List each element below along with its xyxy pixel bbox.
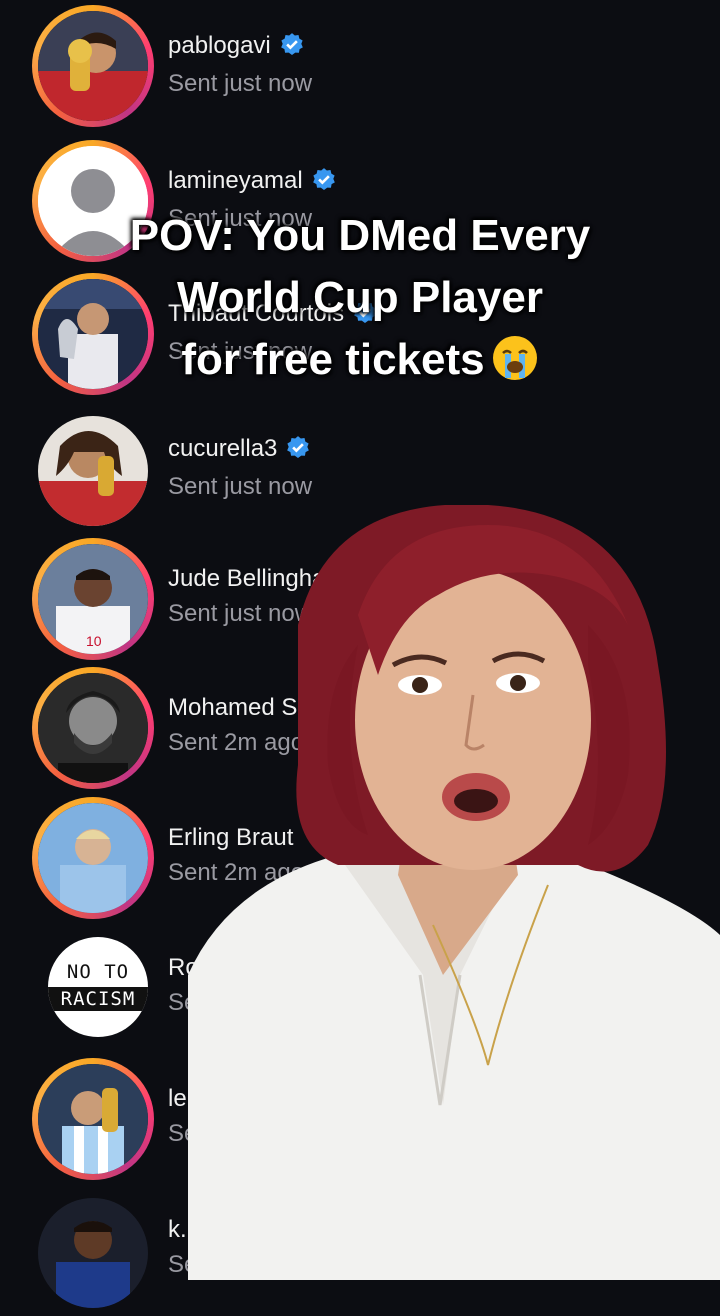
avatar xyxy=(38,673,148,783)
story-ring[interactable] xyxy=(32,1058,154,1180)
username: k. xyxy=(168,1216,187,1243)
avatar xyxy=(38,1198,148,1308)
message-status: Sent just now xyxy=(168,70,313,97)
svg-text:10: 10 xyxy=(86,633,102,649)
caption-line-1: POV: You DMed Every xyxy=(129,211,591,260)
video-caption: POV: You DMed Every World Cup Player for… xyxy=(0,205,720,391)
creator-video-overlay xyxy=(188,505,720,1280)
story-ring[interactable] xyxy=(32,5,154,127)
avatar xyxy=(38,803,148,913)
story-ring[interactable] xyxy=(32,667,154,789)
verified-badge-icon xyxy=(312,168,335,190)
crying-face-emoji-icon xyxy=(492,336,537,380)
caption-line-3: for free tickets xyxy=(0,329,720,391)
username: le xyxy=(168,1085,187,1112)
avatar-frame[interactable] xyxy=(32,1192,154,1314)
verified-badge-icon xyxy=(280,33,303,55)
story-ring[interactable] xyxy=(32,797,154,919)
verified-badge-icon xyxy=(287,436,310,458)
avatar xyxy=(38,1064,148,1174)
no-to-racism-line2: RACISM xyxy=(48,987,148,1011)
avatar xyxy=(38,11,148,121)
username: pablogavi xyxy=(168,32,305,60)
message-status: Sent just now xyxy=(168,473,313,500)
avatar xyxy=(38,416,148,526)
avatar-frame[interactable] xyxy=(32,410,154,532)
username: lamineyamal xyxy=(168,167,337,195)
story-ring[interactable]: 10 xyxy=(32,538,154,660)
username: cucurella3 xyxy=(168,435,311,463)
caption-line-2: World Cup Player xyxy=(177,273,543,322)
conversation-row[interactable]: pablogavi Sent just now xyxy=(0,2,720,132)
no-to-racism-line1: NO TO xyxy=(66,961,130,983)
no-to-racism-avatar[interactable]: NO TO RACISM xyxy=(48,937,148,1037)
avatar: 10 xyxy=(38,544,148,654)
